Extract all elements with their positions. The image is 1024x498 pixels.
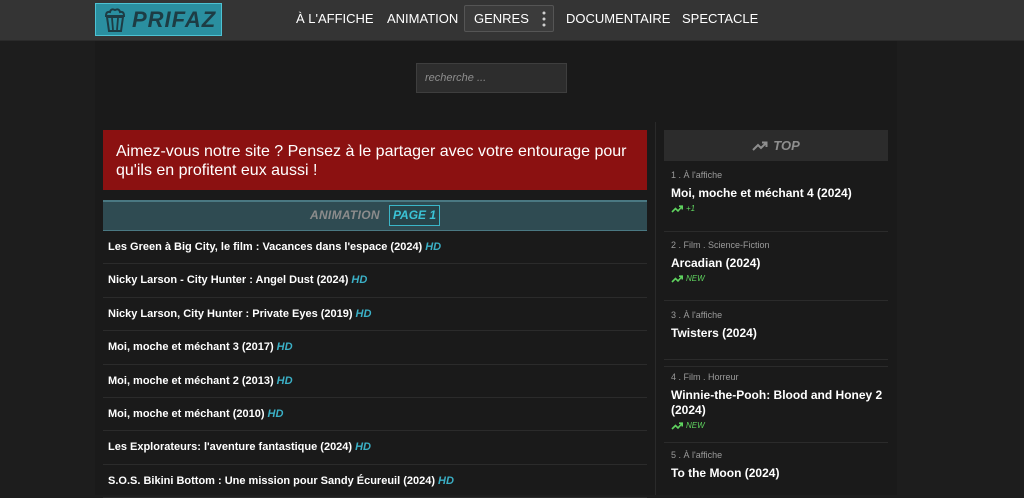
top-item-title: Twisters (2024): [671, 326, 757, 340]
nav-documentaire[interactable]: DOCUMENTAIRE: [566, 0, 670, 38]
top-item-title: Moi, moche et méchant 4 (2024): [671, 186, 852, 200]
list-item[interactable]: S.O.S. Bikini Bottom : Une mission pour …: [103, 465, 647, 498]
quality-badge: HD: [351, 274, 368, 287]
trending-up-icon: [671, 421, 683, 430]
movie-title: Les Green à Big City, le film : Vacances…: [108, 241, 423, 253]
top-item-meta: 4 . Film . Horreur: [671, 372, 739, 382]
trending-up-icon: [671, 204, 683, 213]
nav-spectacle[interactable]: SPECTACLE: [682, 0, 758, 38]
top-title: TOP: [773, 138, 800, 153]
quality-badge: HD: [267, 407, 284, 420]
list-item[interactable]: Moi, moche et méchant 2 (2013) HD: [103, 365, 647, 398]
list-item[interactable]: Nicky Larson, City Hunter : Private Eyes…: [103, 298, 647, 332]
top-item-meta: 3 . À l'affiche: [671, 310, 723, 320]
trend-label: NEW: [686, 274, 705, 283]
top-navbar: PRIFAZ À L'AFFICHE ANIMATION GENRES DOCU…: [0, 0, 1024, 41]
trending-up-icon: [671, 274, 683, 283]
movie-title: Moi, moche et méchant (2010): [108, 407, 265, 420]
top-item-3[interactable]: 3 . À l'affiche Twisters (2024): [664, 310, 888, 360]
share-banner: Aimez-vous notre site ? Pensez à le part…: [103, 130, 647, 190]
top-item-2[interactable]: 2 . Film . Science-Fiction Arcadian (202…: [664, 240, 888, 301]
top-item-meta: 5 . À l'affiche: [671, 450, 723, 460]
section-header: ANIMATION PAGE 1: [103, 200, 647, 231]
quality-badge: HD: [425, 241, 442, 253]
top-item-1[interactable]: 1 . À l'affiche Moi, moche et méchant 4 …: [664, 170, 888, 232]
list-item[interactable]: Les Explorateurs: l'aventure fantastique…: [103, 431, 647, 465]
list-item[interactable]: Nicky Larson - City Hunter : Angel Dust …: [103, 264, 647, 298]
top-item-title: Arcadian (2024): [671, 256, 761, 270]
quality-badge: HD: [438, 474, 454, 487]
top-item-meta: 1 . À l'affiche: [671, 170, 723, 180]
column-divider: [655, 122, 656, 495]
trending-up-icon: [752, 141, 768, 151]
nav-genres-label: GENRES: [474, 11, 529, 26]
quality-badge: HD: [355, 307, 372, 320]
top-item-meta: 2 . Film . Science-Fiction: [671, 240, 770, 250]
top-item-4[interactable]: 4 . Film . Horreur Winnie-the-Pooh: Bloo…: [664, 366, 888, 443]
top-item-title: Winnie-the-Pooh: Blood and Honey 2 (2024…: [671, 388, 883, 417]
movie-title: S.O.S. Bikini Bottom : Une mission pour …: [108, 474, 436, 487]
trend-label: +1: [686, 204, 696, 213]
movie-title: Nicky Larson, City Hunter : Private Eyes…: [108, 307, 353, 320]
quality-badge: HD: [276, 341, 293, 354]
top-item-trend: NEW: [671, 274, 888, 283]
site-logo[interactable]: PRIFAZ: [95, 3, 222, 36]
list-item[interactable]: Moi, moche et méchant 3 (2017) HD: [103, 331, 647, 365]
top-item-trend: +1: [671, 204, 888, 213]
top-item-title: To the Moon (2024): [671, 466, 780, 480]
list-item[interactable]: Moi, moche et méchant (2010) HD: [103, 398, 647, 432]
movie-list: Les Green à Big City, le film : Vacances…: [103, 231, 647, 498]
top-header: TOP: [664, 130, 888, 161]
more-vertical-icon: [542, 11, 546, 27]
section-title: ANIMATION: [310, 208, 380, 222]
movie-title: Moi, moche et méchant 2 (2013): [108, 374, 274, 387]
nav-a-laffiche[interactable]: À L'AFFICHE: [296, 0, 374, 38]
movie-title: Nicky Larson - City Hunter : Angel Dust …: [108, 274, 349, 287]
top-item-trend: NEW: [671, 421, 888, 430]
logo-text: PRIFAZ: [132, 6, 217, 32]
search-input[interactable]: [416, 63, 567, 93]
quality-badge: HD: [276, 374, 293, 387]
top-item-5[interactable]: 5 . À l'affiche To the Moon (2024): [664, 450, 888, 495]
movie-title: Moi, moche et méchant 3 (2017): [108, 341, 274, 354]
popcorn-icon: [104, 7, 126, 32]
nav-genres-dropdown[interactable]: GENRES: [464, 5, 554, 32]
movie-title: Les Explorateurs: l'aventure fantastique…: [108, 441, 353, 454]
page-badge[interactable]: PAGE 1: [389, 205, 440, 226]
nav-animation[interactable]: ANIMATION: [387, 0, 458, 38]
quality-badge: HD: [355, 441, 371, 454]
trend-label: NEW: [686, 421, 705, 430]
list-item[interactable]: Les Green à Big City, le film : Vacances…: [103, 231, 647, 265]
